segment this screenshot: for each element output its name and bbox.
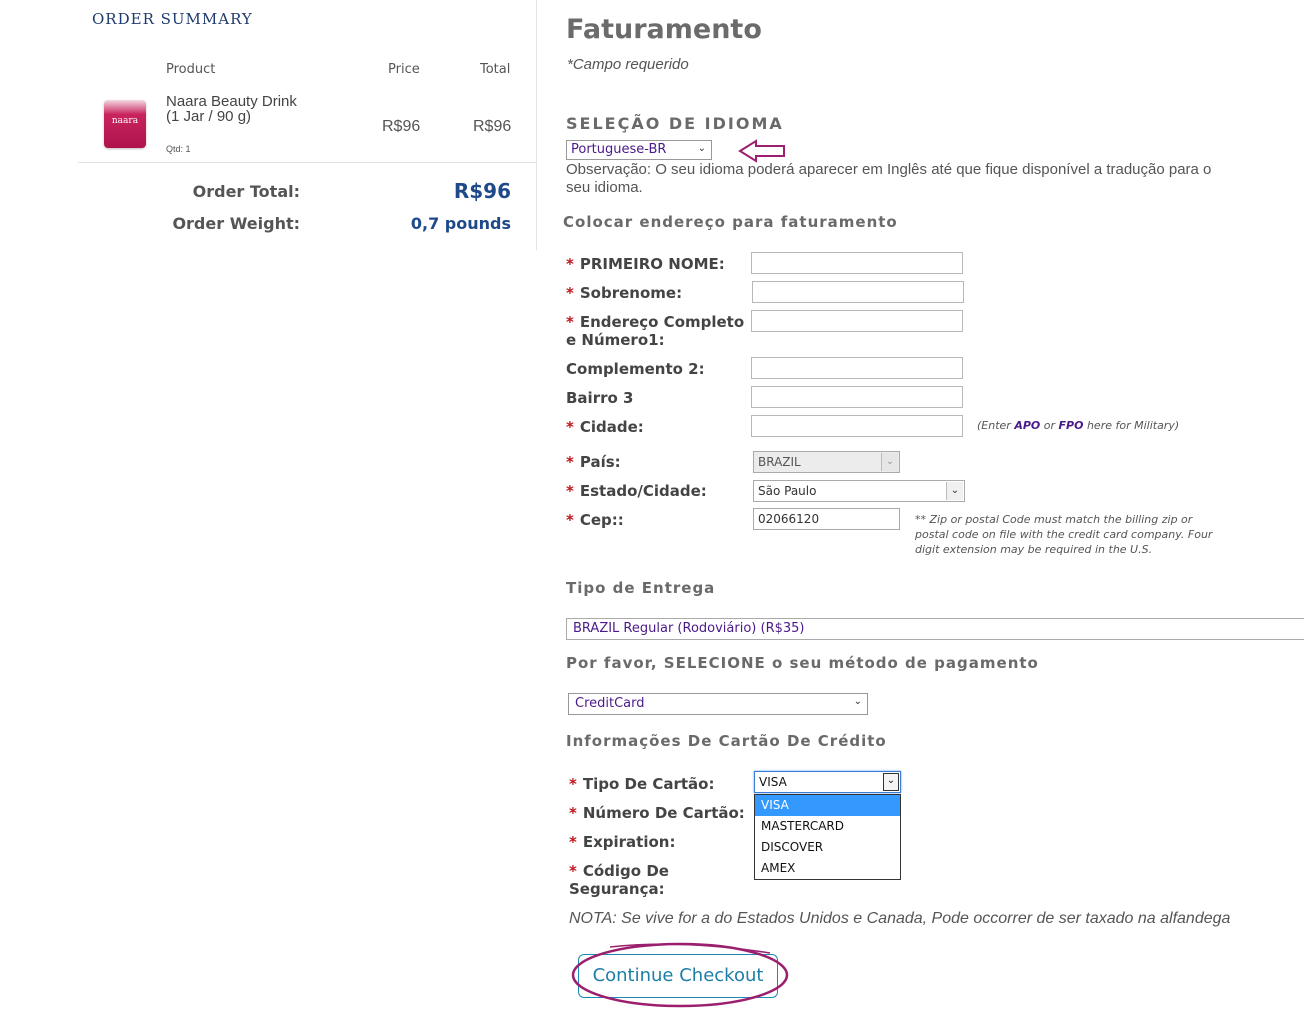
first-name-input[interactable] xyxy=(751,252,963,274)
shipping-heading: Tipo de Entrega xyxy=(566,579,716,597)
last-name-label: * Sobrenome: xyxy=(566,284,683,302)
summary-divider xyxy=(78,162,536,163)
address3-input[interactable] xyxy=(751,386,963,408)
address2-input[interactable] xyxy=(751,357,963,379)
chevron-down-icon: ⌄ xyxy=(697,143,706,154)
expiration-label: * Expiration: xyxy=(569,833,676,851)
language-select[interactable]: Portuguese-BR ⌄ xyxy=(566,140,712,160)
zip-label: * Cep:: xyxy=(566,511,624,529)
city-label: * Cidade: xyxy=(566,418,644,436)
zip-input[interactable]: 02066120 xyxy=(753,508,900,530)
address1-input[interactable] xyxy=(751,310,963,332)
city-military-hint: (Enter APO or FPO here for Military) xyxy=(977,419,1180,432)
shipping-select[interactable]: BRAZIL Regular (Rodoviário) (R$35) xyxy=(566,618,1304,640)
product-total: R$96 xyxy=(473,118,512,135)
address2-label: Complemento 2: xyxy=(566,360,705,378)
card-type-label: * Tipo De Cartão: xyxy=(569,775,715,793)
chevron-down-icon: ⌄ xyxy=(883,773,899,791)
state-select[interactable]: São Paulo ⌄ xyxy=(753,480,965,502)
total-column-header: Total xyxy=(480,62,511,77)
order-weight-label: Order Weight: xyxy=(172,214,300,233)
card-option-mastercard[interactable]: MASTERCARD xyxy=(755,816,900,837)
chevron-down-icon: ⌄ xyxy=(946,482,963,500)
product-quantity: Qtd: 1 xyxy=(166,144,191,154)
card-type-select[interactable]: VISA ⌄ xyxy=(754,771,901,793)
billing-heading: Colocar endereço para faturamento xyxy=(563,213,898,231)
product-column-header: Product xyxy=(166,62,216,77)
order-total-label: Order Total: xyxy=(192,182,300,201)
card-option-amex[interactable]: AMEX xyxy=(755,858,900,879)
order-summary-panel: ORDER SUMMARY Product Price Total naara … xyxy=(0,0,537,250)
order-total-value: R$96 xyxy=(453,179,511,203)
chevron-down-icon: ⌄ xyxy=(881,453,898,471)
payment-heading: Por favor, SELECIONE o seu método de pag… xyxy=(566,654,1039,672)
chevron-down-icon: ⌄ xyxy=(853,696,862,707)
city-input[interactable] xyxy=(751,415,963,437)
card-info-heading: Informações De Cartão De Crédito xyxy=(566,732,887,750)
language-observation: Observação: O seu idioma poderá aparecer… xyxy=(566,161,1212,196)
security-code-label: * Código De Segurança: xyxy=(569,862,669,898)
required-note: *Campo requerido xyxy=(567,56,689,73)
language-heading: SELEÇÃO DE IDIOMA xyxy=(566,114,784,133)
price-column-header: Price xyxy=(388,62,420,77)
address1-label: * Endereço Completo e Número1: xyxy=(566,313,745,349)
card-option-discover[interactable]: DISCOVER xyxy=(755,837,900,858)
state-label: * Estado/Cidade: xyxy=(566,482,707,500)
arrow-annotation-icon xyxy=(738,139,785,163)
product-price: R$96 xyxy=(382,118,421,135)
country-label: * País: xyxy=(566,453,621,471)
product-image: naara xyxy=(104,100,146,148)
card-option-visa[interactable]: VISA xyxy=(755,795,900,816)
page-title: Faturamento xyxy=(566,14,762,45)
order-summary-title: ORDER SUMMARY xyxy=(92,10,253,28)
card-number-label: * Número De Cartão: xyxy=(569,804,745,822)
product-name: Naara Beauty Drink (1 Jar / 90 g) xyxy=(166,93,297,125)
order-weight-value: 0,7 pounds xyxy=(410,214,511,233)
card-type-dropdown: VISA MASTERCARD DISCOVER AMEX xyxy=(754,794,901,880)
first-name-label: * PRIMEIRO NOME: xyxy=(566,255,725,273)
last-name-input[interactable] xyxy=(752,281,964,303)
payment-method-select[interactable]: CreditCard ⌄ xyxy=(568,693,868,715)
customs-note: NOTA: Se vive for a do Estados Unidos e … xyxy=(569,910,1231,927)
address3-label: Bairro 3 xyxy=(566,389,634,407)
country-select[interactable]: BRAZIL ⌄ xyxy=(753,451,900,473)
zip-hint: ** Zip or postal Code must match the bil… xyxy=(915,513,1213,556)
circle-annotation-icon xyxy=(571,942,789,1008)
